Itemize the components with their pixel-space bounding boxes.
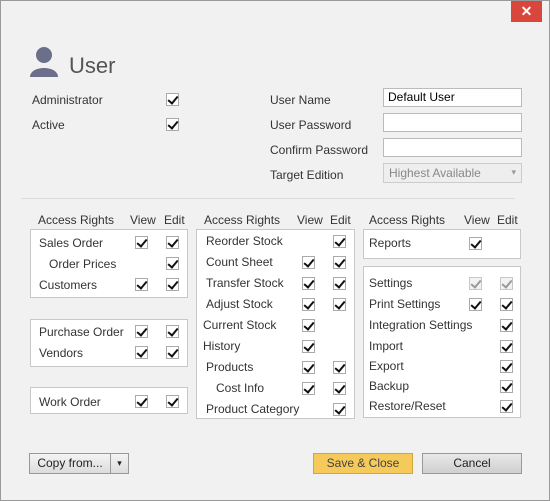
administrator-label: Administrator	[32, 93, 103, 107]
transfer-stock-edit-checkbox[interactable]	[333, 277, 346, 290]
user-dialog: ✕ User Administrator Active User Name De…	[0, 0, 550, 501]
username-input[interactable]: Default User	[383, 88, 522, 107]
target-edition-select[interactable]: Highest Available ▾	[383, 163, 522, 183]
history-label: History	[203, 339, 241, 353]
customers-label: Customers	[39, 278, 98, 292]
products-edit-checkbox[interactable]	[333, 361, 346, 374]
col2-view-header: View	[297, 213, 323, 227]
customers-edit-checkbox[interactable]	[166, 278, 179, 291]
close-button[interactable]: ✕	[511, 1, 542, 22]
import-label: Import	[369, 339, 404, 353]
print-settings-edit-checkbox[interactable]	[500, 298, 513, 311]
vendors-label: Vendors	[39, 346, 84, 360]
integration-settings-label: Integration Settings	[369, 318, 473, 332]
active-checkbox[interactable]	[166, 118, 179, 131]
confirm-password-label: Confirm Password	[270, 143, 369, 157]
product-category-edit-checkbox[interactable]	[333, 403, 346, 416]
current-stock-label: Current Stock	[203, 318, 277, 332]
export-label: Export	[369, 359, 404, 373]
backup-label: Backup	[369, 379, 410, 393]
print-settings-view-checkbox[interactable]	[469, 298, 482, 311]
cancel-button[interactable]: Cancel	[422, 453, 522, 474]
import-edit-checkbox[interactable]	[500, 340, 513, 353]
cost-info-label: Cost Info	[216, 381, 265, 395]
reorder-stock-label: Reorder Stock	[206, 234, 283, 248]
export-edit-checkbox[interactable]	[500, 360, 513, 373]
password-label: User Password	[270, 118, 352, 132]
col1-edit-header: Edit	[164, 213, 185, 227]
adjust-stock-edit-checkbox[interactable]	[333, 298, 346, 311]
cost-info-edit-checkbox[interactable]	[333, 382, 346, 395]
active-label: Active	[32, 118, 65, 132]
purchase-order-edit-checkbox[interactable]	[166, 325, 179, 338]
adjust-stock-view-checkbox[interactable]	[302, 298, 315, 311]
order-prices-label: Order Prices	[49, 257, 117, 271]
col1-access-rights-header: Access Rights	[38, 213, 115, 227]
administrator-checkbox[interactable]	[166, 93, 179, 106]
purchase-order-view-checkbox[interactable]	[135, 325, 148, 338]
page-title: User	[69, 53, 116, 78]
divider	[21, 198, 515, 199]
customers-view-checkbox[interactable]	[135, 278, 148, 291]
current-stock-view-checkbox[interactable]	[302, 319, 315, 332]
target-edition-value: Highest Available	[389, 166, 481, 180]
reports-label: Reports	[369, 236, 412, 250]
chevron-down-icon: ▾	[511, 167, 516, 177]
target-edition-label: Target Edition	[270, 168, 344, 182]
work-order-label: Work Order	[39, 395, 101, 409]
col2-edit-header: Edit	[330, 213, 351, 227]
count-sheet-view-checkbox[interactable]	[302, 256, 315, 269]
col3-access-rights-header: Access Rights	[369, 213, 446, 227]
restore-reset-label: Restore/Reset	[369, 399, 446, 413]
order-prices-edit-checkbox[interactable]	[166, 257, 179, 270]
work-order-view-checkbox[interactable]	[135, 395, 148, 408]
backup-edit-checkbox[interactable]	[500, 380, 513, 393]
copy-from-dropdown-button[interactable]: ▾	[110, 453, 129, 474]
reports-view-checkbox[interactable]	[469, 237, 482, 250]
col1-view-header: View	[130, 213, 156, 227]
confirm-password-input[interactable]	[383, 138, 522, 157]
copy-from-button[interactable]: Copy from...	[29, 453, 111, 474]
transfer-stock-view-checkbox[interactable]	[302, 277, 315, 290]
vendors-view-checkbox[interactable]	[135, 346, 148, 359]
settings-edit-checkbox[interactable]	[500, 277, 513, 290]
col3-view-header: View	[464, 213, 490, 227]
history-view-checkbox[interactable]	[302, 340, 315, 353]
integration-settings-edit-checkbox[interactable]	[500, 319, 513, 332]
print-settings-label: Print Settings	[369, 297, 441, 311]
chevron-down-icon: ▾	[117, 458, 122, 468]
user-avatar-icon	[28, 45, 60, 77]
save-close-button[interactable]: Save & Close	[313, 453, 413, 474]
adjust-stock-label: Adjust Stock	[206, 297, 273, 311]
col2-access-rights-header: Access Rights	[204, 213, 281, 227]
sales-order-edit-checkbox[interactable]	[166, 236, 179, 249]
product-category-label: Product Category	[206, 402, 300, 416]
count-sheet-edit-checkbox[interactable]	[333, 256, 346, 269]
vendors-edit-checkbox[interactable]	[166, 346, 179, 359]
settings-label: Settings	[369, 276, 413, 290]
products-view-checkbox[interactable]	[302, 361, 315, 374]
products-label: Products	[206, 360, 254, 374]
password-input[interactable]	[383, 113, 522, 132]
col3-edit-header: Edit	[497, 213, 518, 227]
work-order-edit-checkbox[interactable]	[166, 395, 179, 408]
cost-info-view-checkbox[interactable]	[302, 382, 315, 395]
username-label: User Name	[270, 93, 331, 107]
purchase-order-label: Purchase Order	[39, 325, 124, 339]
settings-view-checkbox[interactable]	[469, 277, 482, 290]
sales-order-view-checkbox[interactable]	[135, 236, 148, 249]
reorder-stock-edit-checkbox[interactable]	[333, 235, 346, 248]
close-icon: ✕	[520, 3, 533, 19]
transfer-stock-label: Transfer Stock	[206, 276, 284, 290]
restore-reset-edit-checkbox[interactable]	[500, 400, 513, 413]
count-sheet-label: Count Sheet	[206, 255, 273, 269]
sales-order-label: Sales Order	[39, 236, 104, 250]
